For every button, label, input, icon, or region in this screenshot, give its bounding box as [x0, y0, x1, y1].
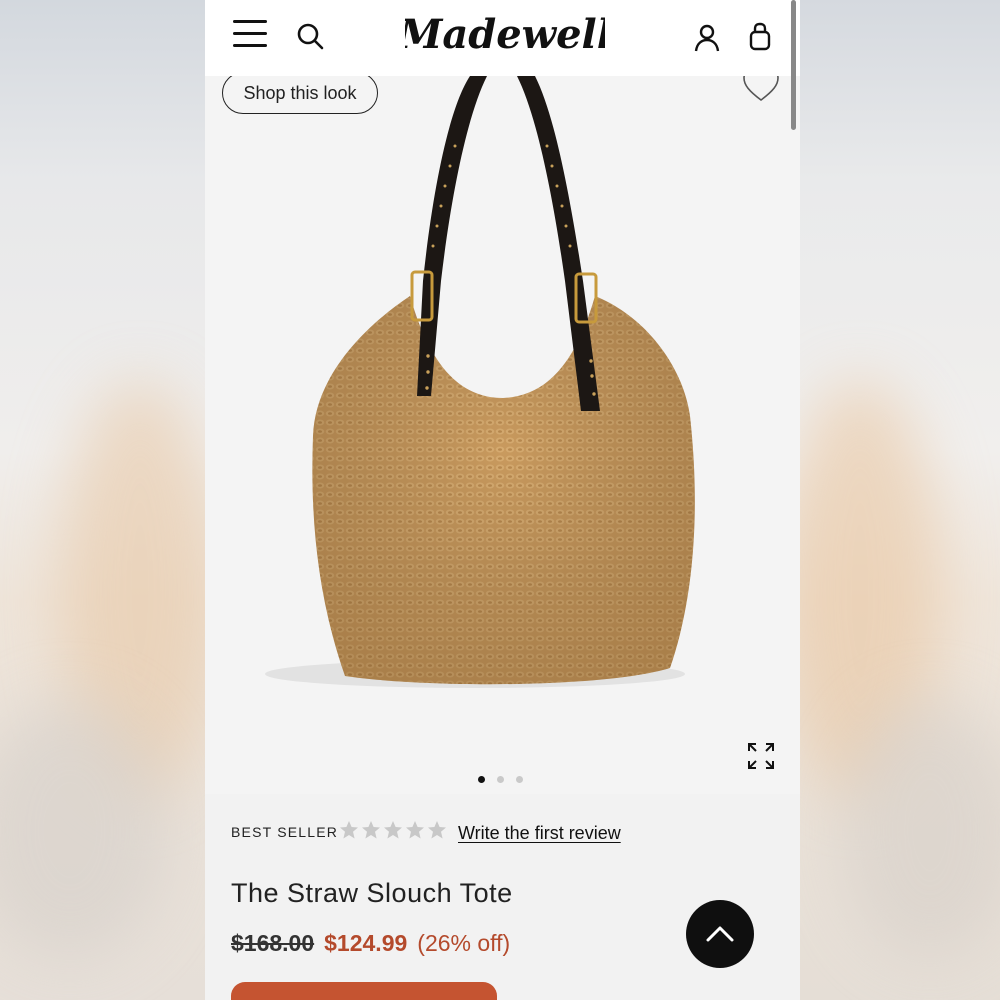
best-seller-badge: BEST SELLER	[231, 824, 339, 840]
chevron-up-icon	[706, 926, 734, 942]
blurred-background-left	[0, 0, 205, 1000]
expand-icon[interactable]	[747, 742, 775, 770]
pagination-dot[interactable]	[478, 776, 485, 783]
price-row: $168.00 $124.99 (26% off)	[231, 930, 510, 957]
rating-stars	[339, 820, 447, 840]
pagination-dot[interactable]	[497, 776, 504, 783]
star-icon	[428, 821, 446, 839]
product-title: The Straw Slouch Tote	[231, 878, 513, 908]
discount-label: (26% off)	[417, 930, 511, 956]
madewell-logo[interactable]: Madewell	[405, 6, 605, 66]
blurred-background-right	[800, 0, 1000, 1000]
straw-tote-image	[265, 76, 695, 688]
back-to-top-button[interactable]	[686, 900, 754, 968]
star-icon	[406, 821, 424, 839]
heart-icon[interactable]	[741, 76, 781, 106]
logo-text: Madewell	[405, 11, 605, 58]
star-icon	[384, 821, 402, 839]
promo-banner	[231, 982, 497, 1000]
original-price: $168.00	[231, 930, 315, 956]
star-icon	[362, 821, 380, 839]
search-icon[interactable]	[295, 21, 325, 51]
sale-price: $124.99	[324, 930, 408, 956]
scrollbar[interactable]	[791, 0, 796, 130]
site-header: Madewell	[205, 0, 800, 76]
product-page: Shop this look Madewell BEST SELLER Writ…	[205, 0, 800, 1000]
pagination-dot[interactable]	[516, 776, 523, 783]
menu-icon[interactable]	[233, 20, 267, 50]
write-review-link[interactable]: Write the first review	[458, 823, 621, 844]
shopping-bag-icon[interactable]	[747, 22, 773, 52]
product-info: BEST SELLER Write the first review The S…	[205, 794, 800, 1000]
image-pagination	[478, 776, 523, 783]
account-icon[interactable]	[694, 24, 720, 52]
shop-this-look-button[interactable]: Shop this look	[222, 76, 378, 114]
product-image-gallery[interactable]: Shop this look	[205, 76, 800, 794]
star-icon	[340, 821, 358, 839]
